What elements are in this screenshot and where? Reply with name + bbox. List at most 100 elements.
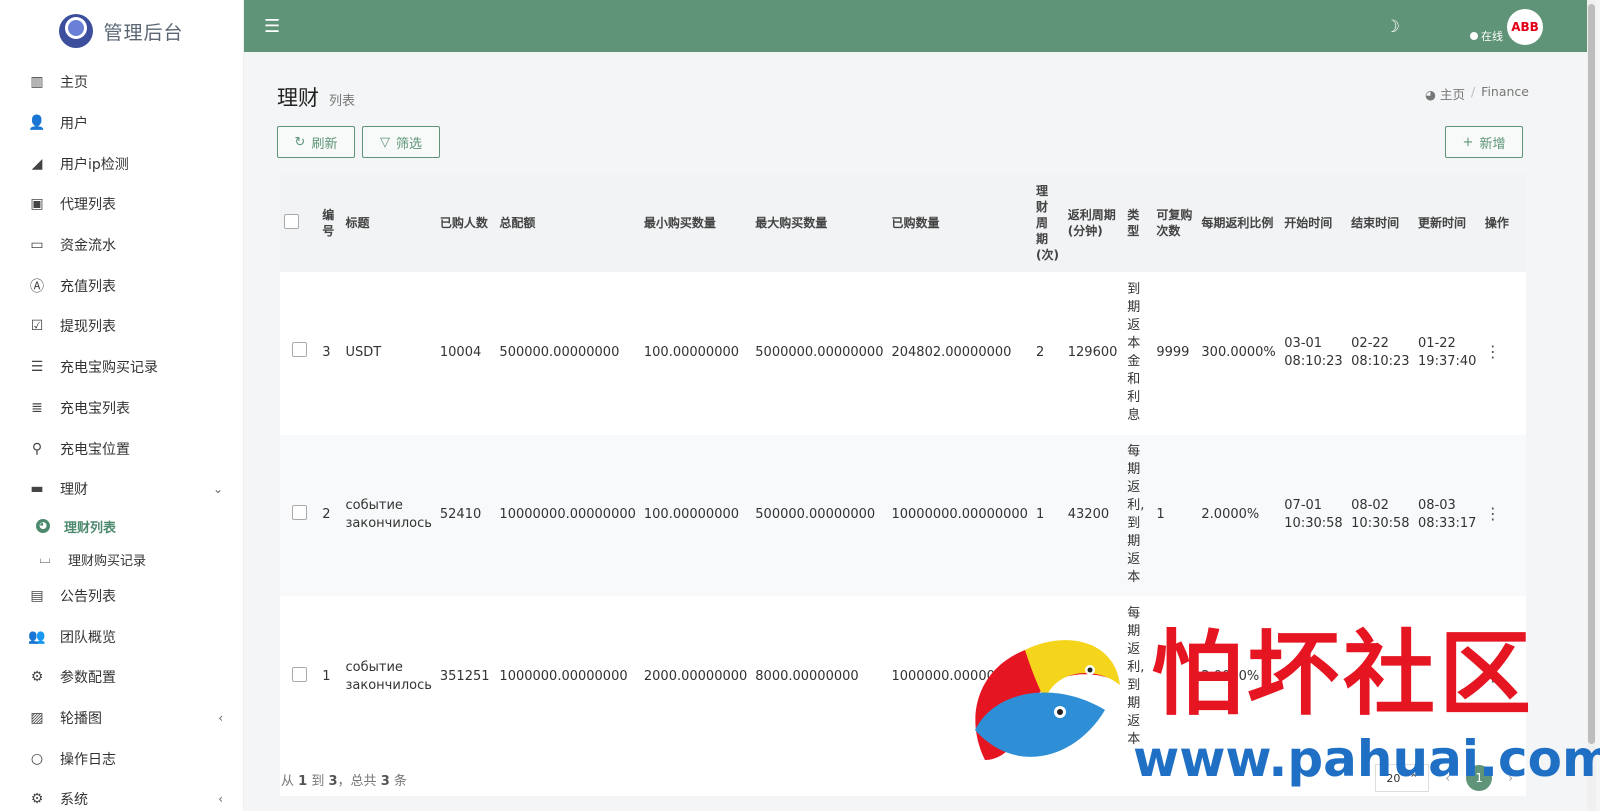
table-row[interactable]: 3 USDT 10004 500000.00000000 100.00000000 500… [280,272,1526,434]
header-actions: 操作 [1484,216,1509,230]
app-logo[interactable]: 管理后台 [0,0,243,62]
header-cycles[interactable]: 理财周期(次) [1032,174,1064,272]
sidebar-item-sidebar-items-0[interactable]: ▥ 主页 [0,62,243,103]
sidebar-item-sidebar-items_after-0[interactable]: ▤ 公告列表 [0,576,243,617]
header-repeat[interactable]: 可复购次数 [1152,174,1197,272]
cell-repeat: 1 [1156,507,1165,522]
sidebar-item-sidebar-items-5[interactable]: Ⓐ 充值列表 [0,265,243,306]
header-id[interactable]: 编号 [318,174,341,272]
refresh-button[interactable]: ↻ 刷新 [277,126,355,158]
cell-type: 每期返利,到期返本 [1127,444,1145,585]
breadcrumb-current: Finance [1481,84,1529,99]
table-row[interactable]: 2 событие закончилось 52410 10000000.000000… [280,434,1526,596]
sidebar-item-label: 充电宝列表 [60,400,130,417]
sidebar-item-sidebar-items_after-3[interactable]: ▨ 轮播图 ‹ [0,698,243,739]
cell-min: 100.00000000 [643,344,740,360]
next-page-icon[interactable]: › [1508,771,1513,785]
cell-cycles: 1 [1035,507,1045,522]
add-button[interactable]: + 新增 [1445,126,1523,158]
header-select-all[interactable] [280,174,318,272]
cell-quota: 10000000.00000000 [499,507,636,522]
sidebar-item-sidebar-sub_items-1[interactable]: ⌴ 理财购买记录 [0,543,243,576]
cell-period [1064,596,1124,758]
scrollbar-thumb[interactable] [1588,4,1595,744]
dark-mode-moon-icon[interactable]: ☽ [1385,17,1400,37]
table-row[interactable]: 1 событие закончилось 351251 1000000.000000… [280,596,1526,758]
sidebar-item-label: 充电宝位置 [60,441,130,458]
add-button-label: 新增 [1479,136,1506,152]
page-scrollbar[interactable] [1587,0,1596,811]
cell-actions: ⋮ [1481,434,1526,596]
breadcrumb: ◕ 主页 / Finance [1425,84,1529,103]
sidebar-item-sidebar-items-3[interactable]: ▣ 代理列表 [0,184,243,225]
sidebar-item-sidebar-items-10[interactable]: ▬ 理财 ⌄ [0,469,243,510]
header-updated[interactable]: 更新时间 [1414,174,1481,272]
pagination: 20 ⌃ ‹ 1 › [1375,764,1513,792]
sidebar-item-sidebar-items-7[interactable]: ☰ 充电宝购买记录 [0,347,243,388]
hamburger-menu-icon[interactable]: ☰ [264,16,280,37]
sidebar-item-sidebar-items_after-5[interactable]: ⚙ 系统 ‹ [0,779,243,811]
more-actions-icon[interactable]: ⋮ [1485,504,1501,523]
file-text-icon: ▤ [30,587,44,604]
header-quota[interactable]: 总配额 [495,174,639,272]
sidebar-item-label: 代理列表 [60,197,116,214]
sidebar-item-sidebar-items_after-4[interactable]: ○ 操作日志 [0,738,243,779]
page-size-value: 20 [1386,771,1401,785]
header-end[interactable]: 结束时间 [1347,174,1414,272]
cell-max: 500000.00000000 [755,507,876,522]
sidebar-item-sidebar-items-4[interactable]: ▭ 资金流水 [0,225,243,266]
row-checkbox[interactable] [292,342,307,358]
header-buyers[interactable]: 已购人数 [436,174,496,272]
prev-page-icon[interactable]: ‹ [1445,771,1450,785]
sidebar-item-sidebar-items-9[interactable]: ⚲ 充电宝位置 [0,428,243,469]
cell-buyers: 351251 [439,669,490,684]
header-min[interactable]: 最小购买数量 [640,174,751,272]
sidebar-item-sidebar-items-2[interactable]: ◢ 用户ip检测 [0,143,243,184]
finance-table: 编号 标题 已购人数 总配额 最小购买数量 最大购买数量 已购数量 理财周期(次… [280,174,1526,759]
more-actions-icon[interactable]: ⋮ [1485,666,1501,685]
current-page[interactable]: 1 [1466,765,1493,791]
sidebar-item-label: 团队概览 [60,629,116,646]
row-checkbox[interactable] [292,504,307,520]
more-actions-icon[interactable]: ⋮ [1485,342,1501,361]
checkbox-checked-icon: ☑ [30,318,44,335]
sidebar-item-label: 理财 [60,482,88,499]
breadcrumb-home[interactable]: ◕ 主页 [1425,84,1465,103]
sidebar-item-sidebar-items-1[interactable]: 👤 用户 [0,103,243,144]
users-icon: 👥 [28,628,46,645]
gear-icon: ⚙ [30,791,44,808]
cell-id: 2 [322,507,331,522]
sidebar-item-sidebar-items-6[interactable]: ☑ 提现列表 [0,306,243,347]
header-bought[interactable]: 已购数量 [887,174,1031,272]
circle-icon: ○ [30,750,44,767]
chevron-up-icon: ⌃ [1409,771,1419,785]
cell-buyers: 10004 [439,344,482,360]
sidebar-item-label: 用户ip检测 [60,156,129,173]
filter-button[interactable]: ▽ 筛选 [362,126,440,158]
cell-start: 07-01 10:30:58 [1284,498,1343,531]
bar-chart-icon: ▥ [30,74,44,91]
select-all-checkbox[interactable] [284,213,299,229]
page-title: 理财 [277,86,319,110]
sidebar-item-sidebar-items_after-1[interactable]: 👥 团队概览 [0,616,243,657]
sidebar-item-sidebar-items_after-2[interactable]: ⚙ 参数配置 [0,657,243,698]
cell-period: 129600 [1067,344,1118,360]
sidebar-item-sidebar-items-8[interactable]: ≣ 充电宝列表 [0,388,243,429]
header-start[interactable]: 开始时间 [1280,174,1347,272]
sidebar-item-sidebar-sub_items-0[interactable]: ◕ 理财列表 [0,510,243,543]
cell-rate: 300.0000% [1201,344,1276,360]
header-title[interactable]: 标题 [342,174,436,272]
sidebar-item-label: 系统 [60,792,88,809]
cell-min: 2000.00000000 [643,669,748,684]
row-checkbox[interactable] [292,666,307,682]
header-type[interactable]: 类型 [1123,174,1152,272]
header-period[interactable]: 返利周期(分钟) [1064,174,1124,272]
page-size-select[interactable]: 20 ⌃ [1375,764,1430,792]
header-max[interactable]: 最大购买数量 [751,174,887,272]
online-status-label: 在线 [1481,30,1503,43]
sidebar-item-label: 参数配置 [60,670,116,687]
sidebar-item-label: 轮播图 [60,710,102,727]
user-avatar[interactable]: ABB [1507,9,1543,45]
cogs-icon: ⚙ [30,669,44,686]
header-rate[interactable]: 每期返利比例 [1197,174,1280,272]
